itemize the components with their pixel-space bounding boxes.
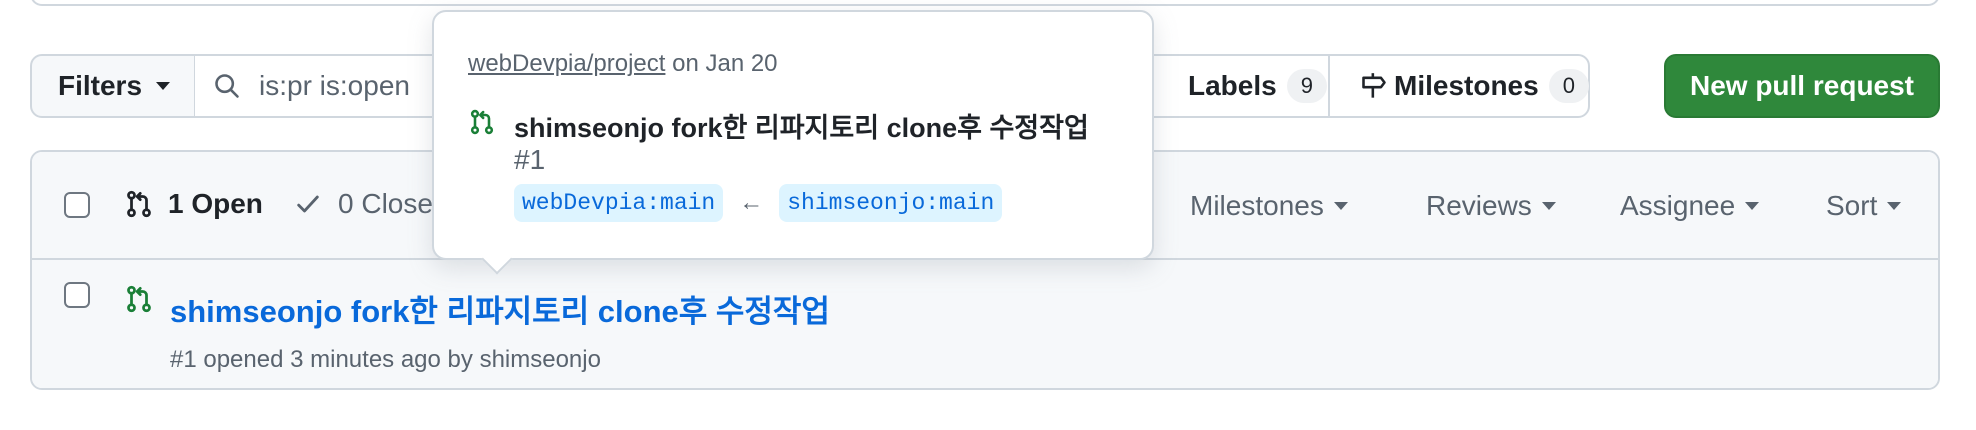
chevron-down-icon [1745,202,1760,210]
select-all-checkbox[interactable] [64,192,90,218]
pull-request-title-link[interactable]: shimseonjo fork한 리파지토리 clone후 수정작업 [170,286,830,331]
assignee-filter-dropdown[interactable]: Assignee [1620,190,1760,222]
open-count-label: 1 Open [168,188,263,219]
hovercard-date: on Jan 20 [665,50,778,77]
assignee-filter-label: Assignee [1620,190,1736,221]
filters-label: Filters [58,70,143,101]
open-filter-link[interactable]: 1 Open [124,188,263,220]
labels-count-badge: 9 [1286,69,1327,103]
base-branch-label[interactable]: webDevpia:main [514,184,724,222]
labels-label: Labels [1188,70,1277,101]
search-icon [213,72,241,100]
chevron-down-icon [156,82,171,90]
chevron-down-icon [1887,202,1902,210]
open-pull-request-icon [468,108,496,136]
hovercard-header: webDevpia/project on Jan 20 [468,50,778,78]
labels-button[interactable]: Labels 9 [1120,54,1360,118]
pull-request-hovercard: webDevpia/project on Jan 20 shimseonjo f… [432,10,1154,260]
closed-filter-link[interactable]: 0 Close [294,188,433,220]
pull-request-icon [124,189,154,219]
table-row: shimseonjo fork한 리파지토리 clone후 수정작업 #1 op… [32,260,1938,388]
row-checkbox[interactable] [64,282,90,308]
sort-filter-dropdown[interactable]: Sort [1826,190,1902,222]
open-pull-request-icon [124,284,154,314]
pull-request-meta: #1 opened 3 minutes ago by shimseonjo [170,346,601,373]
new-pull-request-button[interactable]: New pull request [1664,54,1940,118]
reviews-filter-dropdown[interactable]: Reviews [1426,190,1556,222]
check-icon [294,190,322,218]
hovercard-title-row: shimseonjo fork한 리파지토리 clone후 수정작업 [468,106,1089,145]
chevron-down-icon [1333,202,1348,210]
hovercard-branches: webDevpia:main ← shimseonjo:main [514,184,1003,222]
arrow-left-icon: ← [739,189,764,216]
reviews-filter-label: Reviews [1426,190,1532,221]
sort-filter-label: Sort [1826,190,1878,221]
previous-section-border [30,0,1940,6]
chevron-down-icon [1541,202,1556,210]
head-branch-label[interactable]: shimseonjo:main [779,184,1003,222]
hovercard-title[interactable]: shimseonjo fork한 리파지토리 clone후 수정작업 [514,106,1089,145]
repository-link[interactable]: webDevpia/project [468,50,665,77]
milestones-count-badge: 0 [1548,69,1589,103]
hovercard-number: #1 [514,144,546,175]
milestones-button[interactable]: Milestones 0 [1328,54,1590,118]
milestones-filter-dropdown[interactable]: Milestones [1190,190,1348,222]
milestones-label: Milestones [1394,70,1539,101]
milestones-filter-label: Milestones [1190,190,1324,221]
filters-dropdown-button[interactable]: Filters [30,54,196,118]
closed-count-label: 0 Close [338,188,433,219]
milestone-icon [1360,72,1388,100]
